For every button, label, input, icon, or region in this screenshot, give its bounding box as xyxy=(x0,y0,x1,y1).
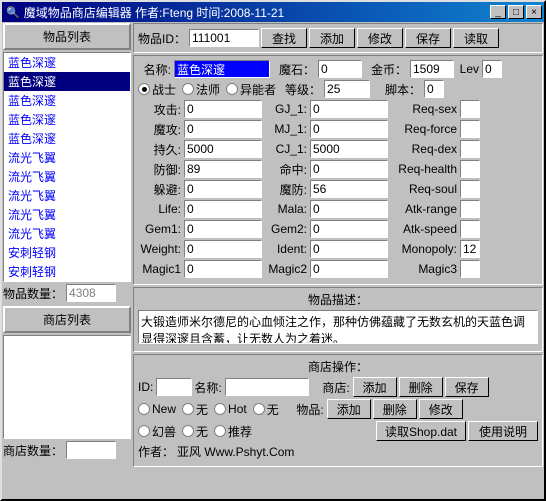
list-item[interactable]: 蓝色深邃 xyxy=(4,129,130,148)
item-id-label: 物品ID： xyxy=(138,30,187,47)
app-icon: 🔍 xyxy=(6,6,20,19)
mj1-field[interactable] xyxy=(310,120,388,138)
list-item[interactable]: 流光飞翼 xyxy=(4,167,130,186)
reqhealth-field[interactable] xyxy=(460,160,480,178)
item-count-field xyxy=(66,284,116,302)
reqsex-field[interactable] xyxy=(460,100,480,118)
gold-field[interactable] xyxy=(410,60,454,78)
desc-header: 物品描述： xyxy=(138,291,538,308)
list-item[interactable]: 安刺轻钢 xyxy=(4,281,130,282)
reqdex-field[interactable] xyxy=(460,140,480,158)
list-item[interactable]: 安刺轻钢 xyxy=(4,243,130,262)
shop-count-label: 商店数量： xyxy=(3,442,64,459)
magic1-field[interactable] xyxy=(184,260,262,278)
magic3-field[interactable] xyxy=(460,260,480,278)
list-item[interactable]: 安刺轻钢 xyxy=(4,262,130,281)
shopops-header: 商店操作： xyxy=(138,358,538,375)
none3-radio[interactable]: 无 xyxy=(182,423,208,440)
atkspeed-field[interactable] xyxy=(460,220,480,238)
atk-field[interactable] xyxy=(184,100,262,118)
list-item[interactable]: 蓝色深邃 xyxy=(4,110,130,129)
shop-name-field[interactable] xyxy=(225,378,309,396)
help-button[interactable]: 使用说明 xyxy=(468,421,538,441)
save-button[interactable]: 保存 xyxy=(405,28,451,48)
shop-listbox[interactable] xyxy=(3,335,131,439)
gj1-field[interactable] xyxy=(310,100,388,118)
lev-field[interactable] xyxy=(482,60,502,78)
new-radio[interactable]: New xyxy=(138,402,176,416)
item-list-header: 物品列表 xyxy=(3,23,131,50)
recommend-radio[interactable]: 推荐 xyxy=(214,423,252,440)
def-field[interactable] xyxy=(184,160,262,178)
matk-field[interactable] xyxy=(184,120,262,138)
mala-field[interactable] xyxy=(310,200,388,218)
read-shop-button[interactable]: 读取Shop.dat xyxy=(376,421,466,441)
gem1-field[interactable] xyxy=(184,220,262,238)
hit-field[interactable] xyxy=(310,160,388,178)
list-item[interactable]: 流光飞翼 xyxy=(4,148,130,167)
moshi-field[interactable] xyxy=(318,60,362,78)
ident-field[interactable] xyxy=(310,240,388,258)
list-item[interactable]: 蓝色深邃 xyxy=(4,53,130,72)
shop-id-field[interactable] xyxy=(156,378,192,396)
atkrange-field[interactable] xyxy=(460,200,480,218)
weight-field[interactable] xyxy=(184,240,262,258)
dur-field[interactable] xyxy=(184,140,262,158)
desc-textarea[interactable] xyxy=(138,310,538,344)
class-warrior-radio[interactable]: 战士 xyxy=(138,81,176,98)
class-mage-radio[interactable]: 法师 xyxy=(182,81,220,98)
shop-save-button[interactable]: 保存 xyxy=(445,377,489,397)
edit-button[interactable]: 修改 xyxy=(357,28,403,48)
class-other-radio[interactable]: 异能者 xyxy=(226,81,276,98)
read-button[interactable]: 读取 xyxy=(453,28,499,48)
item-form: 名称: 魔石： 金币： Lev 战士 法师 异能者 等级： 脚本： 攻击:GJ_… xyxy=(133,55,543,285)
list-item[interactable]: 流光飞翼 xyxy=(4,186,130,205)
shop-list-header: 商店列表 xyxy=(3,306,131,333)
titlebar: 🔍 魔域物品商店编辑器 作者:Fteng 时间:2008-11-21 _ □ × xyxy=(2,2,544,22)
magic2-field[interactable] xyxy=(310,260,388,278)
list-item[interactable]: 流光飞翼 xyxy=(4,224,130,243)
item-count-label: 物品数量： xyxy=(3,285,64,302)
life-field[interactable] xyxy=(184,200,262,218)
mdef-field[interactable] xyxy=(310,180,388,198)
name-field[interactable] xyxy=(174,60,270,78)
list-item[interactable]: 流光飞翼 xyxy=(4,205,130,224)
level-field[interactable] xyxy=(324,80,370,98)
window-title: 魔域物品商店编辑器 作者:Fteng 时间:2008-11-21 xyxy=(24,4,490,21)
close-button[interactable]: × xyxy=(526,5,542,19)
shop-add-button[interactable]: 添加 xyxy=(353,377,397,397)
add-button[interactable]: 添加 xyxy=(309,28,355,48)
shop-count-field[interactable] xyxy=(66,441,116,459)
find-button[interactable]: 查找 xyxy=(261,28,307,48)
list-item[interactable]: 蓝色深邃 xyxy=(4,72,130,91)
dodge-field[interactable] xyxy=(184,180,262,198)
none2-radio[interactable]: 无 xyxy=(253,401,279,418)
item-edit-button[interactable]: 修改 xyxy=(419,399,463,419)
author-text: 亚风 Www.Pshyt.Com xyxy=(177,443,294,460)
item-id-field[interactable] xyxy=(189,29,259,47)
none1-radio[interactable]: 无 xyxy=(182,401,208,418)
item-del-button[interactable]: 删除 xyxy=(373,399,417,419)
reqsoul-field[interactable] xyxy=(460,180,480,198)
cj1-field[interactable] xyxy=(310,140,388,158)
monopoly-field[interactable] xyxy=(460,240,480,258)
shop-del-button[interactable]: 删除 xyxy=(399,377,443,397)
maximize-button[interactable]: □ xyxy=(508,5,524,19)
item-listbox[interactable]: 蓝色深邃蓝色深邃蓝色深邃蓝色深邃蓝色深邃流光飞翼流光飞翼流光飞翼流光飞翼流光飞翼… xyxy=(3,52,131,282)
list-item[interactable]: 蓝色深邃 xyxy=(4,91,130,110)
minimize-button[interactable]: _ xyxy=(490,5,506,19)
reqforce-field[interactable] xyxy=(460,120,480,138)
fantasy-radio[interactable]: 幻兽 xyxy=(138,423,176,440)
gem2-field[interactable] xyxy=(310,220,388,238)
item-add-button[interactable]: 添加 xyxy=(327,399,371,419)
script-field[interactable] xyxy=(424,80,444,98)
hot-radio[interactable]: Hot xyxy=(214,402,247,416)
